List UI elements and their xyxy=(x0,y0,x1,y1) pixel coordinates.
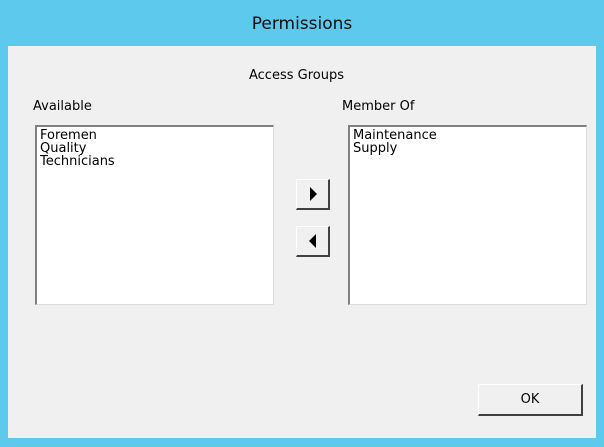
dialog-body: Access Groups Available Foremen Quality … xyxy=(8,46,596,438)
access-groups-heading: Access Groups xyxy=(249,68,344,83)
arrow-right-icon xyxy=(309,187,317,201)
list-item[interactable]: Technicians xyxy=(40,155,270,168)
ok-button[interactable]: OK xyxy=(478,384,583,416)
available-label: Available xyxy=(33,99,92,114)
window-title: Permissions xyxy=(251,14,353,34)
available-listbox[interactable]: Foremen Quality Technicians xyxy=(35,125,274,305)
list-item[interactable]: Supply xyxy=(353,142,583,155)
title-bar[interactable]: Permissions xyxy=(0,0,604,46)
permissions-window: Permissions Access Groups Available Fore… xyxy=(0,0,604,447)
remove-from-group-button[interactable] xyxy=(296,226,330,257)
arrow-left-icon xyxy=(308,234,316,248)
add-to-group-button[interactable] xyxy=(296,179,330,210)
member-of-label: Member Of xyxy=(342,99,415,114)
member-of-listbox[interactable]: Maintenance Supply xyxy=(348,125,587,305)
